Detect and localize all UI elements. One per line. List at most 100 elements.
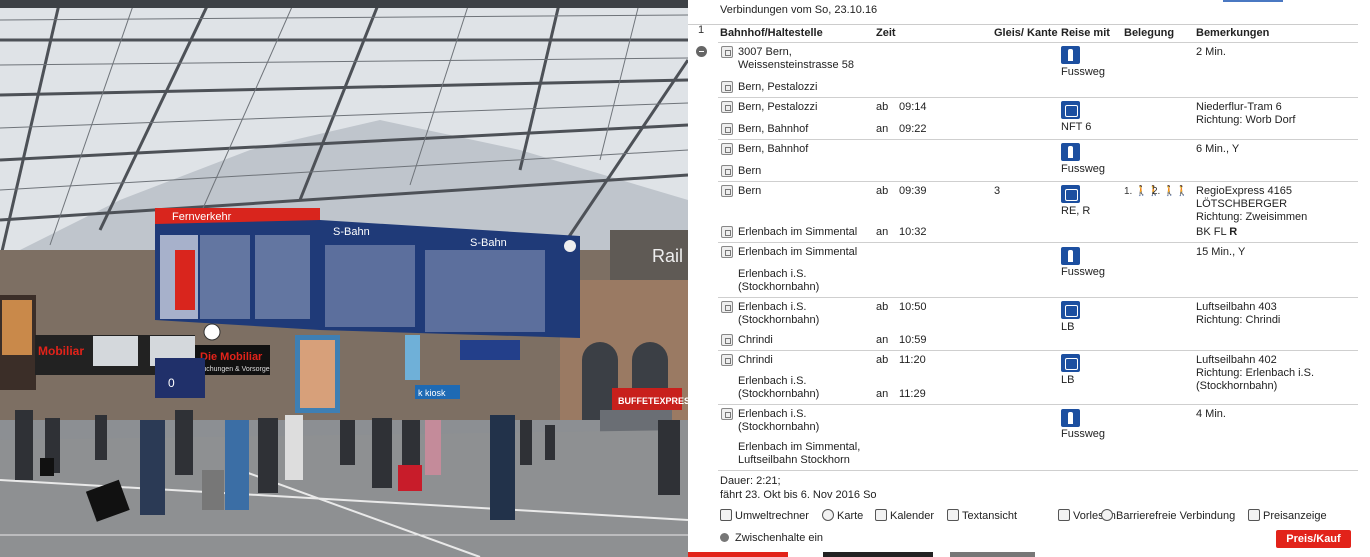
- stop-info-icon[interactable]: [721, 143, 733, 155]
- stop-info-icon[interactable]: [721, 408, 733, 420]
- stop-info-icon[interactable]: [721, 354, 733, 366]
- text-view-icon: [947, 509, 959, 521]
- tool-label: Preisanzeige: [1263, 510, 1327, 522]
- tool-barrierefrei[interactable]: Barrierefreie Verbindung: [1101, 509, 1235, 522]
- bottom-tab[interactable]: [950, 552, 1035, 557]
- tool-kalender[interactable]: Kalender: [875, 509, 934, 522]
- segment-from[interactable]: 3007 Bern, Weissensteinstrasse 58: [738, 46, 888, 72]
- stop-info-icon[interactable]: [721, 246, 733, 258]
- occupancy-first-label: 1.: [1124, 186, 1133, 197]
- segment-row: Erlenbach i.S. (Stockhornbahn) Erlenbach…: [718, 404, 1358, 470]
- board-fernverkehr-title: Fernverkehr: [172, 211, 232, 223]
- arr-label: an: [876, 334, 889, 346]
- dep-time: 09:14: [899, 101, 927, 113]
- col-occupancy: Belegung: [1124, 27, 1175, 39]
- segment-remarks: Niederflur-Tram 6 Richtung: Worb Dorf: [1196, 101, 1296, 126]
- segment-mode: Fussweg: [1061, 428, 1106, 440]
- stop-info-icon[interactable]: [721, 46, 733, 58]
- segment-remarks: 15 Min., Y: [1196, 246, 1246, 258]
- tool-umweltrechner[interactable]: Umweltrechner: [720, 509, 809, 522]
- station-photo: Rail Fernverkehr S-Bahn S-Bahn Mobiliar …: [0, 0, 688, 557]
- arr-label: an: [876, 123, 889, 135]
- arr-time: 10:59: [899, 334, 927, 346]
- arr-label: an: [876, 388, 889, 400]
- calendar-icon: [875, 509, 887, 521]
- stop-info-icon[interactable]: [721, 185, 733, 197]
- stop-info-icon[interactable]: [721, 123, 733, 135]
- table-header: Bahnhof/Haltestelle Zeit Gleis/ Kante Re…: [688, 24, 1358, 42]
- attribute-r: R: [1229, 226, 1238, 238]
- segment-mode[interactable]: LB: [1061, 374, 1074, 386]
- segment-from[interactable]: Chrindi: [738, 354, 888, 367]
- col-platform: Gleis/ Kante: [994, 27, 1058, 39]
- segment-to[interactable]: Erlenbach i.S. (Stockhornbahn): [738, 268, 838, 294]
- platform-sign: 0: [168, 376, 175, 390]
- col-station: Bahnhof/Haltestelle: [720, 27, 823, 39]
- segment-mode[interactable]: RE, R: [1061, 205, 1090, 217]
- dep-label: ab: [876, 354, 889, 366]
- collapse-toggle-icon[interactable]: [696, 46, 707, 57]
- dep-time: 09:39: [899, 185, 927, 197]
- segment-mode: Fussweg: [1061, 66, 1106, 78]
- table-bottom-border: [718, 470, 1358, 471]
- occupancy-second-label: 2.: [1152, 186, 1161, 197]
- dep-time: 10:50: [899, 301, 927, 313]
- ad-die-mobiliar: Die Mobiliar: [200, 351, 263, 363]
- dep-label: ab: [876, 185, 889, 197]
- tool-karte[interactable]: Karte: [822, 509, 863, 522]
- timetable-panel: Verbindungen vom So, 23.10.16 1 Bahnhof/…: [688, 0, 1370, 557]
- stop-info-icon[interactable]: [721, 334, 733, 346]
- segment-from[interactable]: Bern, Pestalozzi: [738, 101, 888, 114]
- tool-textansicht[interactable]: Textansicht: [947, 509, 1017, 522]
- intermediate-stops-toggle[interactable]: Zwischenhalte ein: [720, 532, 823, 544]
- occupancy-icon: 🚶🚶: [1163, 186, 1189, 197]
- segment-from[interactable]: Erlenbach i.S. (Stockhornbahn): [738, 301, 838, 327]
- dep-time: 11:20: [899, 354, 926, 366]
- connection-summary: Dauer: 2:21; fährt 23. Okt bis 6. Nov 20…: [720, 474, 877, 502]
- col-remarks: Bemerkungen: [1196, 27, 1270, 39]
- stop-info-icon[interactable]: [721, 226, 733, 238]
- segment-row: Bern ab 09:39 3 Erlenbach im Simmental a…: [718, 181, 1358, 242]
- bottom-tab[interactable]: [823, 552, 933, 557]
- ad-die-mobiliar-sub: ruchungen & Vorsorge: [200, 366, 270, 373]
- segment-to[interactable]: Erlenbach i.S. (Stockhornbahn): [738, 375, 838, 401]
- segment-remarks: 6 Min., Y: [1196, 143, 1240, 155]
- tool-preisanzeige[interactable]: Preisanzeige: [1248, 509, 1327, 522]
- segment-to[interactable]: Bern, Bahnhof: [738, 123, 888, 136]
- segment-to[interactable]: Bern, Pestalozzi: [738, 81, 888, 94]
- segment-to[interactable]: Erlenbach im Simmental: [738, 226, 878, 239]
- train-icon: [1061, 185, 1080, 203]
- segment-from[interactable]: Bern, Bahnhof: [738, 143, 888, 156]
- stop-info-icon[interactable]: [721, 301, 733, 313]
- tool-label: Umweltrechner: [735, 510, 809, 522]
- segment-mode[interactable]: NFT 6: [1061, 121, 1091, 133]
- tool-label: Textansicht: [962, 510, 1018, 522]
- validity: fährt 23. Okt bis 6. Nov 2016 So: [720, 489, 877, 501]
- segment-to[interactable]: Erlenbach im Simmental, Luftseilbahn Sto…: [738, 441, 878, 467]
- duration: Dauer: 2:21;: [720, 475, 781, 487]
- map-icon: [822, 509, 834, 521]
- segment-row: Bern, Pestalozzi ab 09:14 Bern, Bahnhof …: [718, 97, 1358, 139]
- segment-from[interactable]: Bern: [738, 185, 888, 198]
- tram-icon: [1061, 101, 1080, 119]
- cable-car-icon: [1061, 301, 1080, 319]
- stop-info-icon[interactable]: [721, 101, 733, 113]
- bottom-tab[interactable]: [688, 552, 788, 557]
- occupancy-second: 2. 🚶🚶: [1152, 186, 1188, 197]
- segment-from[interactable]: Erlenbach im Simmental: [738, 246, 878, 259]
- segment-row: 3007 Bern, Weissensteinstrasse 58 Bern, …: [718, 42, 1358, 97]
- stop-info-icon[interactable]: [721, 81, 733, 93]
- segment-remarks: 2 Min.: [1196, 46, 1226, 58]
- top-link-underline[interactable]: [1223, 0, 1283, 2]
- segment-mode[interactable]: LB: [1061, 321, 1074, 333]
- walk-icon: [1061, 46, 1080, 64]
- segment-to[interactable]: Chrindi: [738, 334, 888, 347]
- stop-info-icon[interactable]: [721, 165, 733, 177]
- segment-row: Erlenbach i.S. (Stockhornbahn) ab 10:50 …: [718, 297, 1358, 350]
- rail-sign: Rail: [652, 246, 683, 266]
- segment-from[interactable]: Erlenbach i.S. (Stockhornbahn): [738, 408, 838, 434]
- walk-icon: [1061, 143, 1080, 161]
- segment-to[interactable]: Bern: [738, 165, 888, 178]
- price-buy-button[interactable]: Preis/Kauf: [1276, 530, 1351, 548]
- ad-kiosk: k kiosk: [418, 388, 446, 398]
